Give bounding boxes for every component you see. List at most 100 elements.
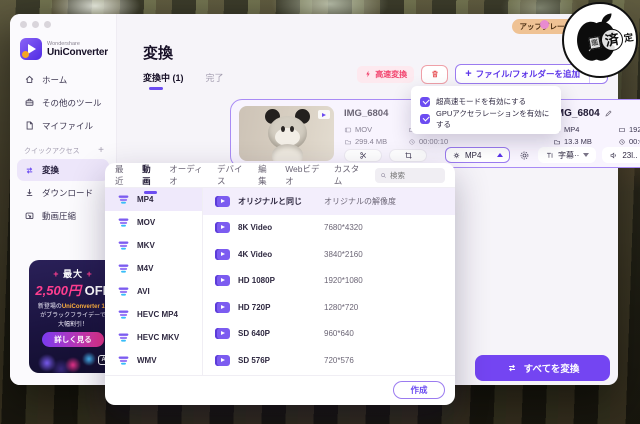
resolution-list-item[interactable]: HD 720P 1280*720 bbox=[203, 294, 455, 321]
profile-dot bbox=[540, 20, 549, 29]
resolution-label: 8K Video bbox=[238, 223, 324, 232]
convert-icon bbox=[506, 362, 518, 374]
format-label: WMV bbox=[137, 356, 157, 365]
popup-tab[interactable]: 動画 bbox=[142, 163, 156, 187]
output-selectors: MP4 字幕·· 23l.. bbox=[445, 147, 640, 163]
source-duration: 00:00:10 bbox=[408, 137, 448, 146]
checkbox-checked-icon[interactable] bbox=[420, 97, 430, 107]
popup-tab[interactable]: Webビデオ bbox=[285, 163, 321, 187]
sidebar: Wondershare UniConverter ホーム その他のツール マイフ… bbox=[10, 14, 117, 385]
format-list-item[interactable]: MKV bbox=[105, 234, 202, 257]
sidebar-item-video-compress[interactable]: 動画圧縮 bbox=[10, 204, 116, 227]
output-file-name: IMG_6804 bbox=[553, 108, 613, 119]
sidebar-item-convert[interactable]: 変換 bbox=[17, 159, 109, 181]
resolution-label: SD 640P bbox=[238, 329, 324, 338]
sidebar-item-label: その他のツール bbox=[42, 97, 102, 109]
brand-product: UniConverter bbox=[47, 47, 108, 58]
promo-cta-button[interactable]: 詳しく見る bbox=[42, 332, 104, 347]
video-play-icon bbox=[215, 275, 230, 286]
speaker-icon bbox=[609, 151, 618, 160]
play-preview-icon[interactable] bbox=[318, 110, 330, 119]
resolution-value: 960*640 bbox=[324, 329, 354, 338]
quick-access-label: クイックアクセス bbox=[24, 146, 80, 156]
format-list-item[interactable]: WMV bbox=[105, 349, 202, 372]
sidebar-item-other-tools[interactable]: その他のツール bbox=[10, 91, 116, 114]
speed-option-label: 超高速モードを有効にする bbox=[436, 96, 526, 107]
create-button[interactable]: 作成 bbox=[393, 381, 445, 399]
app-logo: Wondershare UniConverter bbox=[20, 38, 108, 60]
speed-option-row[interactable]: GPUアクセラレーションを有効にする bbox=[420, 110, 552, 127]
search-input[interactable] bbox=[390, 171, 440, 180]
format-list-item[interactable]: HEVC MP4 bbox=[105, 303, 202, 326]
format-label: M4V bbox=[137, 264, 153, 273]
format-list-item[interactable]: MOV bbox=[105, 211, 202, 234]
search-box[interactable] bbox=[375, 168, 445, 183]
convert-all-button[interactable]: すべてを変換 bbox=[475, 355, 610, 381]
popup-tab[interactable]: カスタム bbox=[334, 163, 362, 187]
popup-tab[interactable]: 編集 bbox=[258, 163, 272, 187]
format-list-item[interactable]: AVI bbox=[105, 280, 202, 303]
screen-icon bbox=[618, 126, 626, 134]
video-play-icon bbox=[215, 249, 230, 260]
settings-gear-button[interactable] bbox=[516, 147, 532, 163]
format-label: HEVC MKV bbox=[137, 333, 179, 342]
format-popup-tabs: 最近 動画 オーディオ デバイス 編集 Webビデオ カスタム bbox=[105, 163, 455, 188]
video-thumbnail[interactable] bbox=[239, 106, 334, 161]
checkbox-checked-icon[interactable] bbox=[420, 114, 430, 124]
trim-button[interactable] bbox=[344, 149, 382, 162]
resolution-list-item[interactable]: 4K Video 3840*2160 bbox=[203, 241, 455, 268]
resolution-list-item[interactable]: 8K Video 7680*4320 bbox=[203, 215, 455, 242]
resolution-list-item[interactable]: SD 640P 960*640 bbox=[203, 321, 455, 348]
format-funnel-icon bbox=[117, 331, 130, 344]
tab-done[interactable]: 完了 bbox=[206, 71, 224, 84]
popup-tab[interactable]: デバイス bbox=[217, 163, 245, 187]
fast-convert-label: 高速変換 bbox=[375, 69, 407, 80]
output-resolution: 1920*1080 bbox=[618, 125, 640, 134]
format-selector[interactable]: MP4 bbox=[445, 147, 510, 163]
format-list-item[interactable]: HEVC MKV bbox=[105, 326, 202, 349]
popup-tab[interactable]: 最近 bbox=[115, 163, 129, 187]
sidebar-item-label: マイファイル bbox=[42, 120, 93, 132]
sidebar-item-my-files[interactable]: マイファイル bbox=[10, 114, 116, 137]
resolution-list-item[interactable]: オリジナルと同じ オリジナルの解像度 bbox=[203, 188, 455, 215]
format-funnel-icon bbox=[117, 193, 130, 206]
promo-banner[interactable]: + 最大 + 2,500円 OFF 新登場のUniConverter 16 がブ… bbox=[29, 260, 117, 373]
gear-icon bbox=[452, 151, 461, 160]
sidebar-item-download[interactable]: ダウンロード bbox=[10, 181, 116, 204]
format-list-item[interactable]: M4V bbox=[105, 257, 202, 280]
resolution-value: オリジナルの解像度 bbox=[324, 196, 396, 207]
subtitle-selector[interactable]: 字幕·· bbox=[538, 147, 596, 163]
quick-access-add-button[interactable]: + bbox=[98, 145, 104, 156]
resolution-list-item[interactable]: HD 1080P 1920*1080 bbox=[203, 268, 455, 295]
edit-pencil-icon[interactable] bbox=[604, 109, 613, 118]
format-funnel-icon bbox=[117, 285, 130, 298]
sidebar-item-home[interactable]: ホーム bbox=[10, 68, 116, 91]
format-label: MKV bbox=[137, 241, 155, 250]
clock-icon bbox=[408, 138, 416, 146]
convert-all-label: すべてを変換 bbox=[524, 361, 580, 375]
resolution-label: 4K Video bbox=[238, 250, 324, 259]
format-label: MOV bbox=[137, 218, 155, 227]
clear-list-button[interactable] bbox=[421, 65, 448, 84]
output-size: 13.3 MB bbox=[553, 137, 592, 146]
resolution-list-item[interactable]: SD 576P 720*576 bbox=[203, 347, 455, 374]
crop-button[interactable] bbox=[389, 149, 427, 162]
search-icon bbox=[380, 172, 387, 179]
convert-icon bbox=[24, 165, 35, 176]
popup-tab[interactable]: オーディオ bbox=[169, 163, 204, 187]
resolution-label: HD 1080P bbox=[238, 276, 324, 285]
video-play-icon bbox=[215, 355, 230, 366]
resolution-value: 3840*2160 bbox=[324, 250, 363, 259]
certified-stamp: 鑑 済 定 bbox=[562, 2, 638, 78]
fast-convert-button[interactable]: 高速変換 bbox=[357, 66, 414, 83]
output-duration: 00:00:10 bbox=[618, 137, 640, 146]
format-popup-footer: 作成 bbox=[105, 375, 455, 404]
format-selector-value: MP4 bbox=[465, 151, 493, 160]
crop-icon bbox=[404, 151, 413, 160]
video-format-icon bbox=[344, 126, 352, 134]
edit-tools bbox=[344, 149, 427, 162]
audio-track-selector[interactable]: 23l.. bbox=[602, 147, 640, 163]
window-controls[interactable] bbox=[20, 21, 51, 28]
toolbox-icon bbox=[24, 97, 35, 108]
tab-converting[interactable]: 変換中 (1) bbox=[143, 71, 184, 84]
